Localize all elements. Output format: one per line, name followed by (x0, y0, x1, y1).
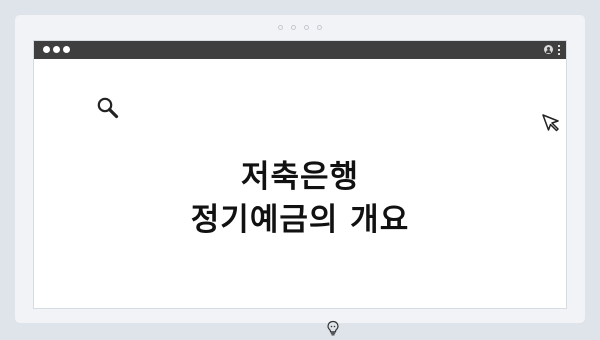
frame-dot (278, 25, 283, 30)
headline-line-2: 정기예금의 개요 (190, 202, 410, 238)
outer-frame: 저축은행 정기예금의 개요 (15, 15, 585, 336)
frame-dot (317, 25, 322, 30)
frame-dot (291, 25, 296, 30)
kebab-menu-icon[interactable] (558, 45, 560, 55)
window-close-dot[interactable] (43, 46, 50, 53)
headline-line-1: 저축은행 (240, 159, 360, 195)
user-icon[interactable] (544, 45, 553, 54)
cursor-icon (541, 113, 561, 137)
lightbulb-icon (326, 320, 340, 340)
search-icon (96, 96, 120, 124)
browser-window: 저축은행 정기예금의 개요 (33, 40, 567, 336)
window-maximize-dot[interactable] (63, 46, 70, 53)
frame-dot (304, 25, 309, 30)
frame-dots (15, 25, 585, 30)
window-titlebar (34, 41, 566, 59)
window-minimize-dot[interactable] (53, 46, 60, 53)
